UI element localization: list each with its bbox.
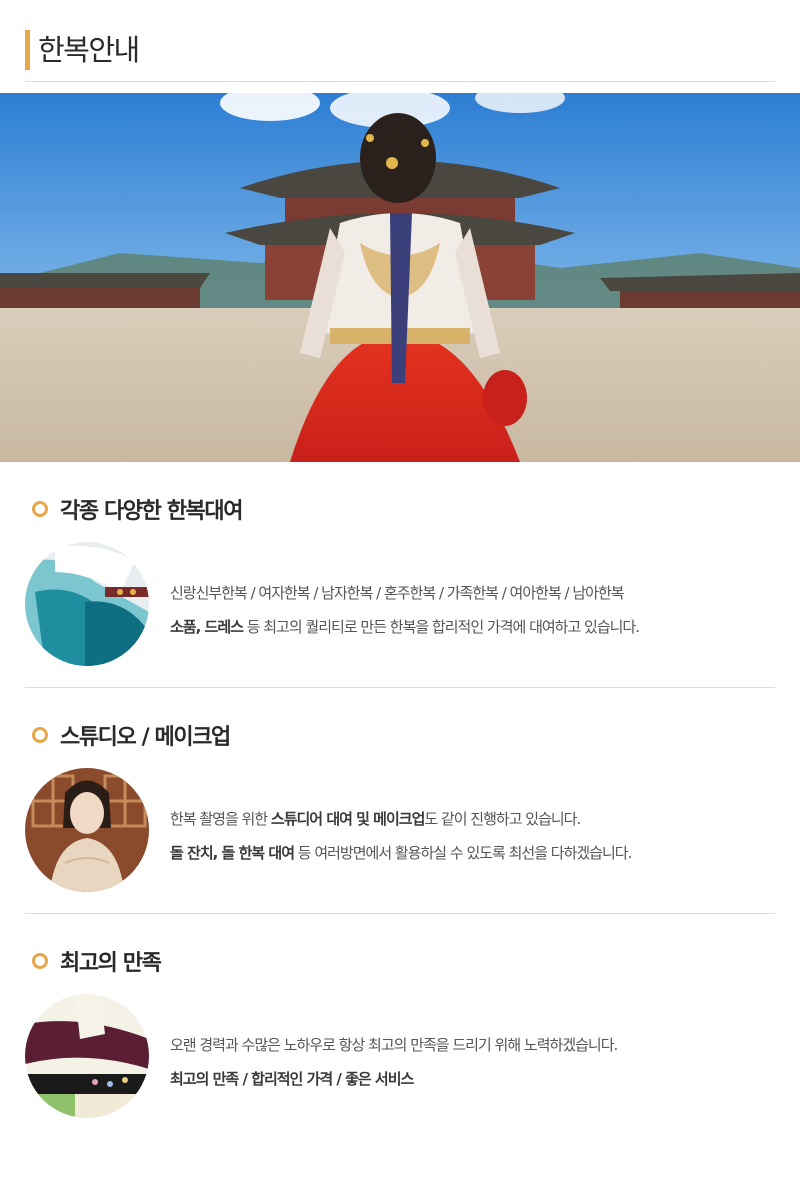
section-description: 신랑신부한복 / 여자한복 / 남자한복 / 혼주한복 / 가족한복 / 여아한… <box>170 576 640 644</box>
satisfaction-thumbnail <box>25 994 149 1118</box>
hanbok-detail-image <box>25 994 149 1118</box>
portrait-image <box>25 768 149 892</box>
section-title: 스튜디오 / 메이크업 <box>60 725 231 750</box>
section-studio-makeup: 스튜디오 / 메이크업 한복 촬영을 위한 스튜디어 대여 및 메이크업도 같이… <box>25 720 775 914</box>
description-text: 등 최고의 퀄리티로 만든 한복을 합리적인 가격에 대여하고 있습니다. <box>242 618 640 636</box>
section-best-satisfaction: 최고의 만족 오랜 경력과 수많은 노하우로 항상 최고의 만족을 드리기 위해… <box>25 946 775 1126</box>
circle-bullet-icon <box>32 953 48 969</box>
section-heading: 각종 다양한 한복대여 <box>32 494 243 524</box>
page-header: 한복안내 <box>25 30 775 82</box>
description-text: 오랜 경력과 수많은 노하우로 항상 최고의 만족을 드리기 위해 노력하겠습니… <box>170 1036 618 1054</box>
page-title: 한복안내 <box>38 33 140 67</box>
section-title: 각종 다양한 한복대여 <box>60 499 243 524</box>
section-heading: 스튜디오 / 메이크업 <box>32 720 231 750</box>
emphasis-text: 최고의 만족 / 합리적인 가격 / 좋은 서비스 <box>170 1070 414 1088</box>
section-hanbok-rental: 각종 다양한 한복대여 신랑신부한복 / 여자한복 / 남자한복 / 혼주한복 … <box>25 494 775 688</box>
section-divider <box>25 913 775 914</box>
section-description: 한복 촬영을 위한 스튜디어 대여 및 메이크업도 같이 진행하고 있습니다. … <box>170 802 633 870</box>
teal-hanbok-image <box>25 542 149 666</box>
emphasis-text: 돌 잔치, 돌 한복 대여 <box>170 844 295 862</box>
description-line: 신랑신부한복 / 여자한복 / 남자한복 / 혼주한복 / 가족한복 / 여아한… <box>170 576 639 610</box>
studio-makeup-thumbnail <box>25 768 149 892</box>
emphasis-text: 소품, 드레스 <box>170 618 244 636</box>
hanbok-rental-thumbnail <box>25 542 149 666</box>
description-text: 등 여러방면에서 활용하실 수 있도록 최선을 다하겠습니다. <box>294 844 633 862</box>
description-line: 최고의 만족 / 합리적인 가격 / 좋은 서비스 <box>170 1062 617 1096</box>
description-text: 신랑신부한복 / 여자한복 / 남자한복 / 혼주한복 / 가족한복 / 여아한… <box>170 584 625 602</box>
description-line: 오랜 경력과 수많은 노하우로 항상 최고의 만족을 드리기 위해 노력하겠습니… <box>170 1028 618 1062</box>
hero-illustration <box>0 93 800 462</box>
circle-bullet-icon <box>32 727 48 743</box>
description-line: 소품, 드레스 등 최고의 퀄리티로 만든 한복을 합리적인 가격에 대여하고 … <box>170 610 640 644</box>
description-text: 한복 촬영을 위한 <box>170 810 271 828</box>
hero-image <box>0 93 800 462</box>
description-text: 도 같이 진행하고 있습니다. <box>424 810 581 828</box>
description-line: 한복 촬영을 위한 스튜디어 대여 및 메이크업도 같이 진행하고 있습니다. <box>170 802 631 836</box>
circle-bullet-icon <box>32 501 48 517</box>
emphasis-text: 스튜디어 대여 및 메이크업 <box>270 810 425 828</box>
description-line: 돌 잔치, 돌 한복 대여 등 여러방면에서 활용하실 수 있도록 최선을 다하… <box>170 836 633 870</box>
section-divider <box>25 687 775 688</box>
title-accent-bar <box>25 30 30 70</box>
section-description: 오랜 경력과 수많은 노하우로 항상 최고의 만족을 드리기 위해 노력하겠습니… <box>170 1028 618 1096</box>
section-title: 최고의 만족 <box>60 951 162 976</box>
section-heading: 최고의 만족 <box>32 946 162 976</box>
